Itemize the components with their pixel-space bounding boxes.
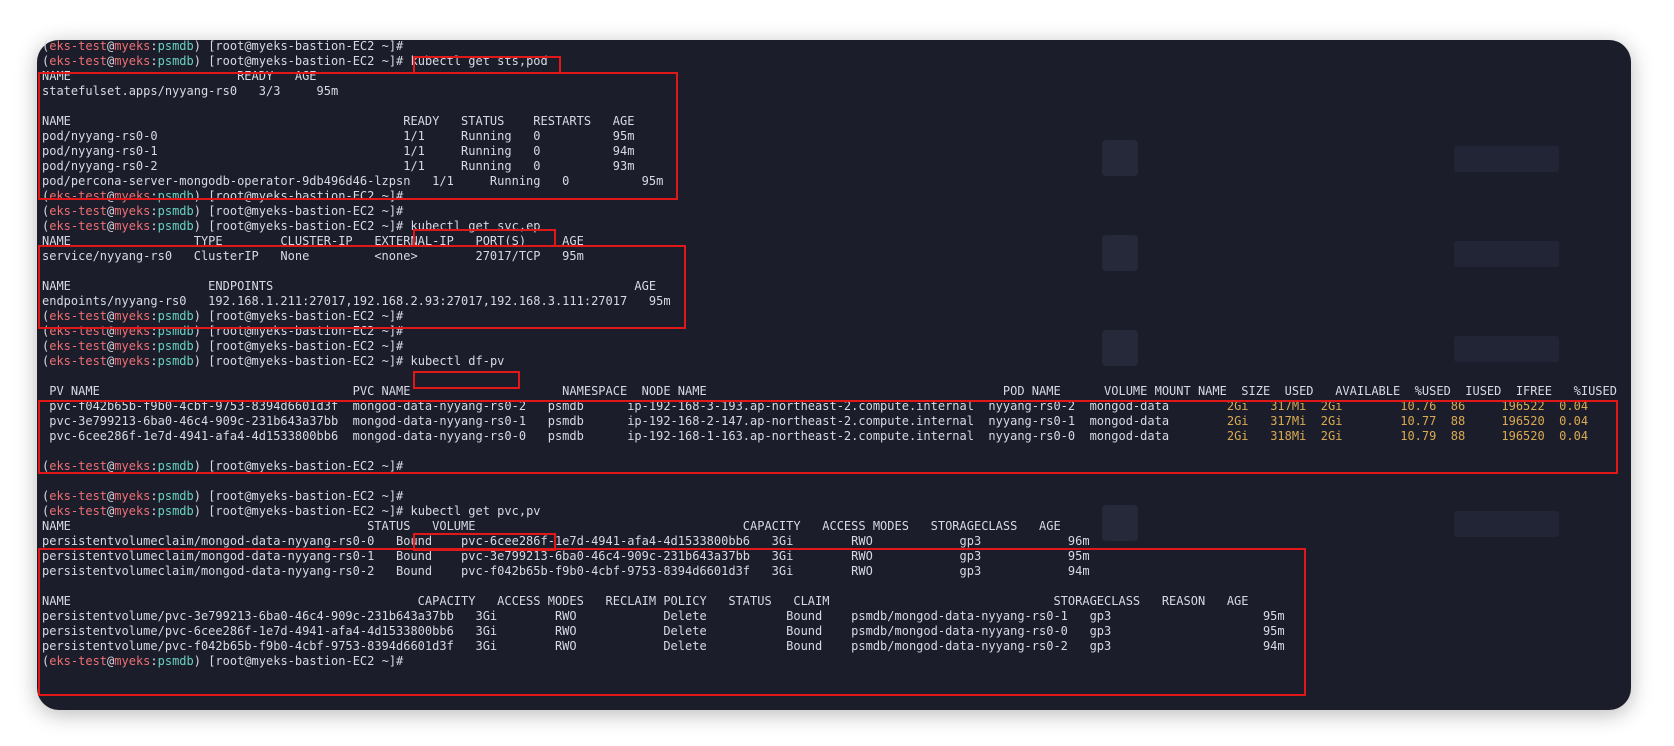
prompt-sep: :: [150, 204, 158, 218]
output-highlight-box: [38, 72, 678, 200]
output-highlight-box: [38, 245, 686, 329]
prompt-shell: ) [root@myeks-bastion-EC2 ~]#: [193, 504, 404, 518]
command-text: kubectl df-pv: [403, 354, 505, 368]
prompt-namespace: psmdb: [157, 354, 194, 368]
ghost-row: [1102, 330, 1602, 390]
prompt-shell: ) [root@myeks-bastion-EC2 ~]#: [193, 489, 404, 503]
prompt-user: eks-test: [49, 339, 108, 353]
ghost-button: [1454, 241, 1559, 267]
prompt-user: eks-test: [49, 219, 108, 233]
prompt-host: myeks: [114, 504, 151, 518]
prompt-sep: :: [150, 489, 158, 503]
prompt-host: myeks: [114, 354, 151, 368]
prompt-namespace: psmdb: [157, 204, 194, 218]
output-highlight-box: [38, 548, 1306, 696]
prompt-host: myeks: [114, 339, 151, 353]
prompt-namespace: psmdb: [157, 39, 194, 53]
ghost-row: [1102, 140, 1602, 200]
prompt-user: eks-test: [49, 354, 108, 368]
prompt-shell: ) [root@myeks-bastion-EC2 ~]#: [193, 219, 404, 233]
command-highlight-box: [413, 371, 520, 389]
avatar: [1102, 330, 1138, 366]
prompt-namespace: psmdb: [157, 219, 194, 233]
avatar: [1102, 140, 1138, 176]
prompt-sep: :: [150, 39, 158, 53]
ghost-row: [1102, 235, 1602, 295]
prompt-line: (eks-test@myeks:psmdb) [root@myeks-basti…: [42, 338, 403, 354]
prompt-user: eks-test: [49, 39, 108, 53]
prompt-user: eks-test: [49, 204, 108, 218]
prompt-shell: ) [root@myeks-bastion-EC2 ~]#: [193, 54, 404, 68]
pvc-row: persistentvolumeclaim/mongod-data-nyyang…: [42, 534, 1090, 548]
prompt-shell: ) [root@myeks-bastion-EC2 ~]#: [193, 39, 404, 53]
prompt-namespace: psmdb: [157, 339, 194, 353]
prompt-shell: ) [root@myeks-bastion-EC2 ~]#: [193, 204, 404, 218]
prompt-shell: ) [root@myeks-bastion-EC2 ~]#: [193, 339, 404, 353]
command-text: kubectl get pvc,pv: [403, 504, 541, 518]
prompt-sep: :: [150, 354, 158, 368]
ghost-button: [1454, 511, 1559, 537]
prompt-user: eks-test: [49, 54, 108, 68]
ghost-button: [1454, 336, 1559, 362]
ghost-button: [1454, 146, 1559, 172]
prompt-sep: :: [150, 504, 158, 518]
avatar: [1102, 505, 1138, 541]
prompt-line: (eks-test@myeks:psmdb) [root@myeks-basti…: [42, 488, 403, 504]
prompt-line: (eks-test@myeks:psmdb) [root@myeks-basti…: [42, 503, 541, 519]
prompt-line: (eks-test@myeks:psmdb) [root@myeks-basti…: [42, 353, 504, 369]
prompt-shell: ) [root@myeks-bastion-EC2 ~]#: [193, 354, 404, 368]
prompt-host: myeks: [114, 489, 151, 503]
prompt-sep: :: [150, 339, 158, 353]
pvc-header: NAME STATUS VOLUME CAPACITY ACCESS MODES…: [42, 519, 1061, 533]
prompt-user: eks-test: [49, 489, 108, 503]
prompt-sep: :: [150, 54, 158, 68]
prompt-host: myeks: [114, 54, 151, 68]
prompt-user: eks-test: [49, 504, 108, 518]
prompt-namespace: psmdb: [157, 54, 194, 68]
prompt-host: myeks: [114, 219, 151, 233]
prompt-line: (eks-test@myeks:psmdb) [root@myeks-basti…: [42, 203, 403, 219]
prompt-line: (eks-test@myeks:psmdb) [root@myeks-basti…: [42, 38, 403, 54]
prompt-sep: :: [150, 219, 158, 233]
prompt-host: myeks: [114, 204, 151, 218]
prompt-namespace: psmdb: [157, 504, 194, 518]
prompt-namespace: psmdb: [157, 489, 194, 503]
dfpv-header: PV NAME PVC NAME NAMESPACE NODE NAME POD…: [42, 384, 1617, 398]
avatar: [1102, 235, 1138, 271]
output-highlight-box: [38, 400, 1618, 474]
prompt-host: myeks: [114, 39, 151, 53]
